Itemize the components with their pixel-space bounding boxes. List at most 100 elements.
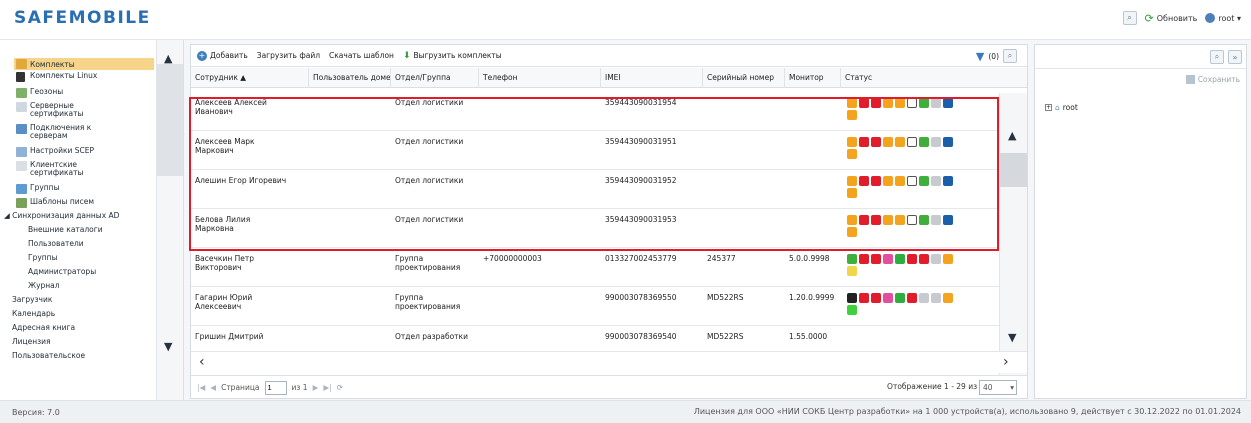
upload-file-button[interactable]: Загрузить файл xyxy=(257,51,320,60)
table-row[interactable]: Гагарин Юрий Алексеевич Группа проектиро… xyxy=(191,288,999,326)
status-icons xyxy=(847,254,997,282)
android-icon xyxy=(847,254,857,264)
sd-card-icon xyxy=(907,293,917,303)
check-icon xyxy=(919,137,929,147)
refresh-icon[interactable]: ⟳ xyxy=(337,383,343,392)
warning-icon xyxy=(847,149,857,159)
antenna-icon xyxy=(859,215,869,225)
add-icon: + xyxy=(197,50,207,61)
chevron-down-icon: ▾ xyxy=(1010,383,1014,392)
app-icon xyxy=(931,254,941,264)
network-icon xyxy=(895,293,905,303)
wifi-icon xyxy=(895,98,905,108)
table-row[interactable]: Васечкин Петр Викторович Группа проектир… xyxy=(191,249,999,287)
add-button[interactable]: + Добавить xyxy=(197,50,248,61)
page-size-select[interactable]: 40 ▾ xyxy=(979,380,1017,395)
sidebar-scrollbar[interactable]: ▲ ▼ xyxy=(156,40,183,400)
column-header-employee[interactable]: Сотрудник ▲ xyxy=(191,68,309,88)
save-button[interactable]: Сохранить xyxy=(1185,75,1240,84)
blocked-icon xyxy=(907,215,917,225)
sidebar-item-custom[interactable]: Пользовательское xyxy=(12,352,85,368)
search-icon[interactable]: ⌕ xyxy=(1210,50,1224,64)
tree-node-root[interactable]: + ⌂ root xyxy=(1045,103,1078,112)
employee-cell: Гришин Дмитрий xyxy=(195,332,264,341)
column-header-phone[interactable]: Телефон xyxy=(479,68,601,88)
page-number-input[interactable] xyxy=(264,380,287,395)
column-header-department[interactable]: Отдел/Группа xyxy=(391,68,479,88)
table-row[interactable]: Алексеев Марк Маркович Отдел логистики 3… xyxy=(191,132,999,170)
chevron-right-icon[interactable]: › xyxy=(1003,354,1009,370)
expand-icon[interactable]: + xyxy=(1045,104,1052,111)
column-header-status[interactable]: Статус xyxy=(841,68,1027,88)
pagination-info: Отображение 1 - 29 из 29 xyxy=(887,382,989,391)
lock-icon xyxy=(871,137,881,147)
table-row[interactable]: Алешин Егор Игоревич Отдел логистики 359… xyxy=(191,171,999,209)
column-header-domain-user[interactable]: Пользователь доме xyxy=(309,68,391,88)
gps-icon xyxy=(883,98,893,108)
department-cell: Группа проектирования xyxy=(395,293,461,311)
house-icon: ⌂ xyxy=(1055,103,1060,112)
grid-horizontal-scrollbar[interactable]: ‹ › xyxy=(191,351,1027,373)
search-icon[interactable]: ⌕ xyxy=(1003,49,1017,63)
warning-icon xyxy=(847,188,857,198)
download-icon: ⬇ xyxy=(402,50,411,61)
sidebar-item-kits-linux[interactable]: Комплекты Linux xyxy=(16,72,97,88)
column-header-monitor[interactable]: Монитор xyxy=(785,68,841,88)
chevron-down-icon[interactable]: ▼ xyxy=(1008,331,1016,344)
antenna-icon xyxy=(859,293,869,303)
grid-scroll-thumb[interactable] xyxy=(1000,153,1027,187)
export-kits-button[interactable]: ⬇ Выгрузить комплекты xyxy=(403,51,502,61)
sidebar-item-server-connections[interactable]: Подключения к серверам xyxy=(16,124,91,144)
user-icon xyxy=(1205,13,1216,23)
network-icon xyxy=(895,254,905,264)
collapse-panel-icon[interactable]: » xyxy=(1228,50,1242,64)
tree-panel: ⌕ » Сохранить + ⌂ root xyxy=(1034,44,1247,399)
next-page-icon[interactable]: ▶ xyxy=(313,383,319,392)
employee-cell: Алексеев Алексей Иванович xyxy=(195,98,267,116)
filter-icon[interactable]: ▼ xyxy=(976,50,984,63)
device-icon xyxy=(943,176,953,186)
sidebar-item-label: Внешние каталоги xyxy=(28,225,103,234)
certificate-icon xyxy=(16,161,27,171)
download-template-button[interactable]: Скачать шаблон xyxy=(329,51,394,60)
battery-icon xyxy=(847,215,857,225)
sidebar-scroll-thumb[interactable] xyxy=(157,64,183,176)
column-header-serial[interactable]: Серийный номер xyxy=(703,68,785,88)
table-row[interactable]: Алексеев Алексей Иванович Отдел логистик… xyxy=(191,93,999,131)
refresh-button[interactable]: ⟳ Обновить xyxy=(1145,12,1198,25)
grid-vertical-scrollbar[interactable]: ▲ ▼ xyxy=(999,93,1027,375)
column-header-imei[interactable]: IMEI xyxy=(601,68,703,88)
sidebar-item-client-certs[interactable]: Клиентские сертификаты xyxy=(16,161,83,181)
user-label: root ▾ xyxy=(1218,13,1241,23)
sidebar-item-label: Комплекты xyxy=(30,60,75,69)
sidebar-item-label: Администраторы xyxy=(28,267,97,276)
warning-icon xyxy=(847,227,857,237)
sidebar-item-label: ◢ Синхронизация данных AD xyxy=(4,211,120,220)
department-cell: Отдел логистики xyxy=(395,98,464,107)
network-icon xyxy=(16,124,27,134)
template-label: Скачать шаблон xyxy=(329,51,394,60)
sidebar-item-label: Шаблоны писем xyxy=(30,197,95,206)
last-page-icon[interactable]: ▶| xyxy=(323,383,331,392)
apple-icon xyxy=(847,293,857,303)
sidebar-item-server-certs[interactable]: Серверные сертификаты xyxy=(16,102,83,122)
chevron-left-icon[interactable]: ‹ xyxy=(199,354,205,370)
gps-icon xyxy=(883,215,893,225)
department-cell: Отдел логистики xyxy=(395,215,464,224)
sidebar-item-label: Пользователи xyxy=(28,239,84,248)
first-page-icon[interactable]: |◀ xyxy=(197,383,205,392)
monitor-cell: 1.20.0.9999 xyxy=(789,293,835,302)
sidebar-item-kits[interactable]: Комплекты xyxy=(14,58,154,70)
sidebar-item-label: Календарь xyxy=(12,309,56,318)
search-icon[interactable]: ⌕ xyxy=(1122,11,1137,25)
prev-page-icon[interactable]: ◀ xyxy=(210,383,216,392)
department-cell: Группа проектирования xyxy=(395,254,461,272)
user-menu-button[interactable]: root ▾ xyxy=(1205,13,1241,23)
chevron-down-icon[interactable]: ▼ xyxy=(164,340,172,353)
sidebar-item-label: Комплекты Linux xyxy=(30,71,98,80)
chevron-up-icon[interactable]: ▲ xyxy=(1008,129,1016,142)
table-row[interactable]: Белова Лилия Марковна Отдел логистики 35… xyxy=(191,210,999,248)
app-icon xyxy=(931,293,941,303)
filter-count: (0) xyxy=(988,51,999,61)
kits-grid-panel: + Добавить Загрузить файл Скачать шаблон… xyxy=(189,44,1028,399)
